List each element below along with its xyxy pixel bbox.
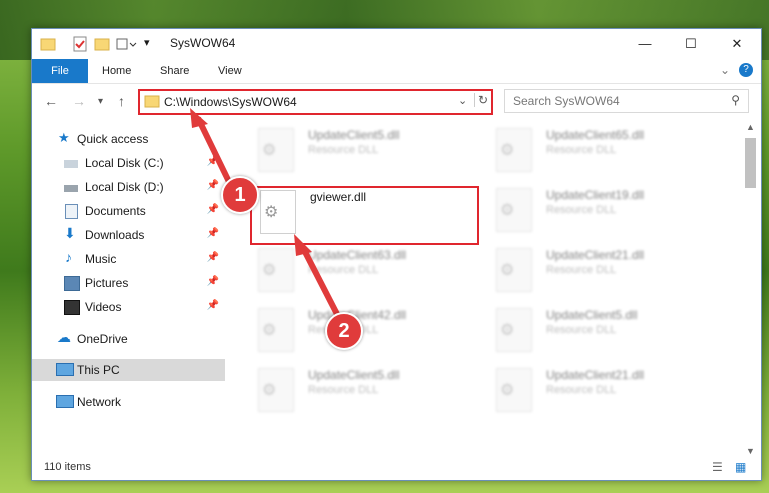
arrow-1: [195, 116, 235, 190]
arrow-2-head: [294, 234, 312, 256]
step-1-badge: 1: [221, 176, 259, 214]
arrow-2: [299, 244, 343, 322]
step-2-badge: 2: [325, 312, 363, 350]
arrow-1-head: [190, 108, 208, 128]
annotation-arrows: [190, 108, 343, 322]
